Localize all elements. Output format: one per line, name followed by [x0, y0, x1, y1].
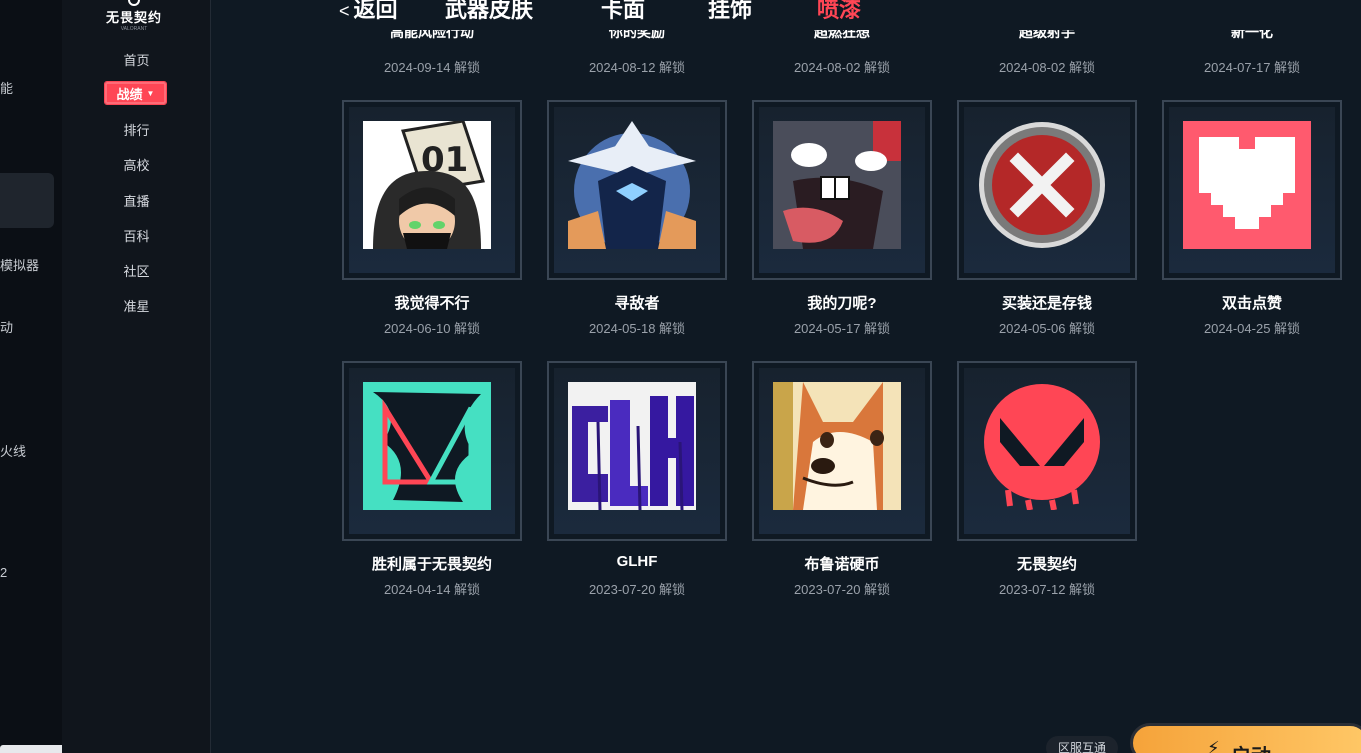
crying-creature-icon	[773, 121, 901, 249]
logo-text: 无畏契约	[105, 10, 162, 25]
spray-name: 我的刀呢?	[807, 295, 877, 312]
outer-sidebar-item[interactable]: 2	[0, 565, 7, 580]
tab-sprays[interactable]: 喷漆	[817, 0, 861, 24]
back-button[interactable]: < 返回	[339, 0, 398, 24]
outer-sidebar-item[interactable]: 火线	[0, 441, 26, 460]
lightning-icon: ⚡	[1207, 738, 1220, 753]
logo-subtext: VALORANT	[120, 26, 148, 32]
nav-item-wiki[interactable]: 百科	[62, 226, 211, 245]
spray-name: 布鲁诺硬币	[804, 556, 880, 573]
launch-button[interactable]: ⚡ 启动	[1130, 723, 1361, 753]
nav-item-record[interactable]: 战绩 ▼	[104, 81, 167, 105]
nav-item-community[interactable]: 社区	[62, 261, 211, 280]
spray-unlock-date: 2024-06-10 解锁	[383, 321, 481, 336]
spray-unlock-date: 2024-07-17 解锁	[1203, 60, 1301, 75]
spray-unlock-date: 2024-05-06 解锁	[998, 321, 1096, 336]
pixel-heart-icon	[1183, 121, 1311, 249]
nav-item-record-label: 战绩	[116, 86, 143, 102]
spray-name: 高能风险行动	[390, 30, 474, 40]
spray-card[interactable]	[752, 361, 932, 541]
red-x-icon	[979, 122, 1105, 248]
glhf-graffiti-icon	[568, 382, 696, 510]
corgi-icon	[773, 382, 901, 510]
logo-mark-icon	[128, 0, 140, 6]
spray-unlock-date: 2024-08-12 解锁	[588, 60, 686, 75]
spray-name: 你的奖励	[609, 30, 665, 40]
nav-item-crosshair[interactable]: 准星	[62, 296, 211, 315]
spray-card[interactable]: 01	[342, 100, 522, 280]
outer-sidebar: 能 模拟器 动 火线 2	[0, 0, 100, 753]
spray-name: 寻敌者	[614, 295, 660, 312]
spray-name: 超燃狂想	[814, 30, 870, 40]
region-interop-button[interactable]: 区服互通	[1046, 736, 1118, 753]
spray-name: 无畏契约	[1016, 556, 1077, 573]
outer-sidebar-item[interactable]: 能	[0, 78, 13, 97]
spray-card[interactable]	[342, 361, 522, 541]
spray-name: 胜利属于无畏契约	[371, 556, 492, 573]
secondary-nav: 无畏契约 VALORANT 首页 战绩 ▼ 排行 高校 直播 百科 社区 准星	[62, 0, 211, 753]
spray-card[interactable]	[547, 361, 727, 541]
valorant-graffiti-icon	[363, 382, 491, 510]
back-label: 返回	[353, 0, 398, 22]
spray-unlock-date: 2024-05-18 解锁	[588, 321, 686, 336]
outer-sidebar-item[interactable]: 动	[0, 317, 13, 336]
tab-charms[interactable]: 挂饰	[708, 0, 752, 24]
scrolled-row-names: 高能风险行动 你的奖励 超燃狂想 超级射手 新一化	[211, 30, 1361, 46]
nav-item-ranking[interactable]: 排行	[62, 120, 211, 139]
spray-unlock-date: 2024-04-14 解锁	[383, 582, 481, 597]
spray-card[interactable]	[1162, 100, 1342, 280]
nav-item-home[interactable]: 首页	[62, 50, 211, 69]
spray-unlock-date: 2023-07-20 解锁	[793, 582, 891, 597]
caret-down-icon: ▼	[146, 88, 155, 98]
spray-card[interactable]	[957, 100, 1137, 280]
launch-label: 启动	[1231, 740, 1271, 753]
outer-sidebar-item[interactable]: 模拟器	[0, 255, 39, 274]
spray-name: 我觉得不行	[394, 295, 470, 312]
spray-name: 新一化	[1231, 30, 1273, 40]
seeker-icon	[568, 121, 696, 249]
chevron-left-icon: <	[339, 1, 350, 21]
spray-name: 买装还是存钱	[1001, 295, 1092, 312]
spray-name: 双击点赞	[1221, 295, 1282, 312]
tab-weapon-skins[interactable]: 武器皮肤	[445, 0, 533, 24]
spray-unlock-date: 2024-04-25 解锁	[1203, 321, 1301, 336]
spray-unlock-date: 2023-07-12 解锁	[998, 582, 1096, 597]
spray-unlock-date: 2024-08-02 解锁	[793, 60, 891, 75]
spray-unlock-date: 2024-05-17 解锁	[793, 321, 891, 336]
spray-card[interactable]	[752, 100, 932, 280]
spray-unlock-date: 2024-08-02 解锁	[998, 60, 1096, 75]
spray-card[interactable]	[547, 100, 727, 280]
nav-item-live[interactable]: 直播	[62, 191, 211, 210]
tab-cards[interactable]: 卡面	[601, 0, 645, 24]
agent-masked-icon: 01	[363, 121, 491, 249]
valorant-logo-icon	[984, 384, 1100, 510]
nav-item-college[interactable]: 高校	[62, 155, 211, 174]
main-content: < 返回 武器皮肤 卡面 挂饰 喷漆 高能风险行动 你的奖励 超燃狂想 超级射手 …	[211, 0, 1361, 753]
spray-name: 超级射手	[1019, 30, 1075, 40]
valorant-logo[interactable]: 无畏契约 VALORANT	[104, 0, 164, 32]
collection-tabs: < 返回 武器皮肤 卡面 挂饰 喷漆	[211, 0, 1361, 22]
spray-name: GLHF	[616, 553, 658, 570]
spray-card[interactable]	[957, 361, 1137, 541]
spray-unlock-date: 2023-07-20 解锁	[588, 582, 686, 597]
outer-sidebar-selected[interactable]	[0, 173, 54, 228]
spray-unlock-date: 2024-09-14 解锁	[383, 60, 481, 75]
